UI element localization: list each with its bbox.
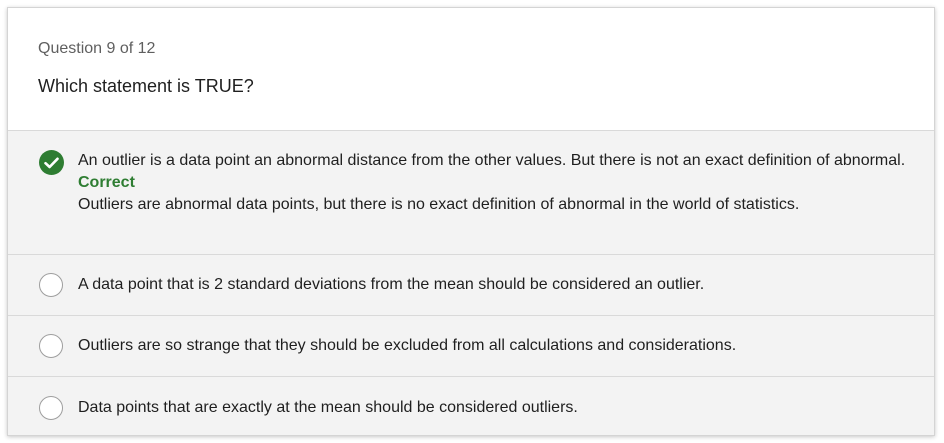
result-label: Correct [78, 174, 135, 191]
answer-option-text: An outlier is a data point an abnormal d… [78, 152, 906, 169]
answer-option-3[interactable]: Outliers are so strange that they should… [8, 316, 934, 377]
question-prompt: Which statement is TRUE? [38, 76, 254, 96]
question-header: Question 9 of 12 Which statement is TRUE… [8, 8, 934, 131]
answer-option-text: Outliers are so strange that they should… [78, 337, 737, 354]
checkmark-circle-icon [39, 150, 64, 175]
answer-feedback: Outliers are abnormal data points, but t… [78, 196, 800, 213]
answer-option-2[interactable]: A data point that is 2 standard deviatio… [8, 255, 934, 316]
quiz-card: Question 9 of 12 Which statement is TRUE… [7, 7, 935, 436]
answer-option-text: Data points that are exactly at the mean… [78, 399, 578, 416]
radio-circle-icon[interactable] [39, 334, 63, 358]
radio-circle-icon[interactable] [39, 273, 63, 297]
answer-option-body: An outlier is a data point an abnormal d… [78, 150, 908, 216]
answer-option-1[interactable]: An outlier is a data point an abnormal d… [8, 131, 934, 255]
answer-option-4[interactable]: Data points that are exactly at the mean… [8, 377, 934, 435]
question-counter: Question 9 of 12 [38, 40, 156, 57]
answer-option-text: A data point that is 2 standard deviatio… [78, 276, 705, 293]
radio-circle-icon[interactable] [39, 396, 63, 420]
